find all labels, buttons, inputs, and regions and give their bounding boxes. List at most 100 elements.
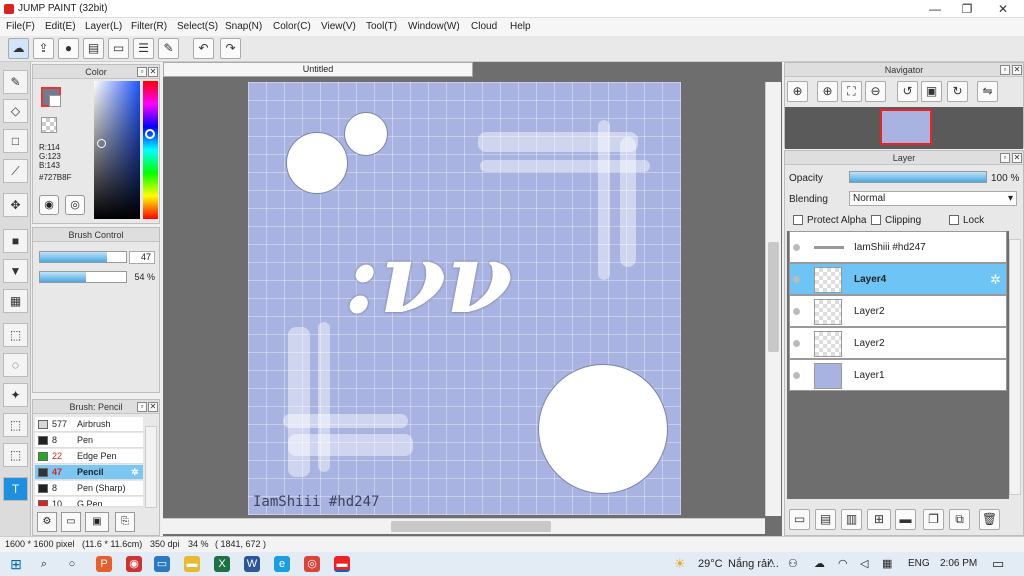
visibility-icon[interactable]	[793, 340, 800, 347]
clipping-checkbox[interactable]	[871, 215, 881, 225]
new-layer-icon[interactable]: ▭	[789, 509, 810, 530]
excel-icon[interactable]: X	[214, 556, 230, 572]
document-tab[interactable]: Untitled	[163, 62, 473, 77]
rectangle-tool-icon[interactable]: □	[3, 129, 28, 153]
float-icon[interactable]: ▫	[137, 402, 147, 412]
folder-icon[interactable]: ▬	[895, 509, 916, 530]
brush-menu-icon[interactable]: ▣	[85, 512, 109, 532]
brush-item-pencil[interactable]: 47 Pencil ✲	[35, 465, 143, 480]
close-icon[interactable]: ✕	[148, 402, 158, 412]
menu-tool[interactable]: Tool(T)	[366, 21, 397, 32]
brush-item-g-pen[interactable]: 10 G Pen	[35, 497, 143, 507]
menu-help[interactable]: Help	[510, 21, 531, 32]
temperature[interactable]: 29°C	[698, 558, 723, 570]
palette-icon[interactable]: ◉	[39, 195, 59, 215]
menu-color[interactable]: Color(C)	[273, 21, 311, 32]
layer-row[interactable]: Layer2	[789, 327, 1007, 359]
rotate-right-icon[interactable]: ↻	[947, 81, 968, 102]
volume-icon[interactable]: ◁	[860, 557, 868, 570]
cloud-icon[interactable]: ☁	[8, 38, 29, 59]
bucket-tool-icon[interactable]: ▼	[3, 259, 28, 283]
visibility-icon[interactable]	[793, 276, 800, 283]
merge-layer-icon[interactable]: ⧉	[949, 509, 970, 530]
visibility-icon[interactable]	[793, 244, 800, 251]
restore-button[interactable]: ❐	[952, 1, 982, 17]
brush-settings-icon[interactable]: ⚙	[37, 512, 57, 532]
canvas-vertical-scrollbar[interactable]	[765, 82, 781, 516]
move-tool-icon[interactable]: ✥	[3, 193, 28, 217]
zoom-fit-icon[interactable]: ⊕	[787, 81, 808, 102]
close-button[interactable]: ✕	[988, 1, 1018, 17]
saturation-value-picker[interactable]	[94, 81, 140, 219]
layer-row-selected[interactable]: Layer4 ✲	[789, 263, 1007, 295]
color-picker-icon[interactable]: ◎	[65, 195, 85, 215]
text-tool-icon[interactable]: T	[3, 477, 28, 501]
line-tool-icon[interactable]: ⟋	[3, 159, 28, 183]
file-explorer-icon[interactable]: ▬	[184, 556, 200, 572]
menu-file[interactable]: File(F)	[6, 21, 35, 32]
menu-window[interactable]: Window(W)	[408, 21, 460, 32]
gear-icon[interactable]: ✲	[990, 272, 1001, 288]
brush-size-slider[interactable]	[39, 251, 127, 263]
monitor-icon[interactable]: ▭	[154, 556, 170, 572]
float-icon[interactable]: ▫	[1000, 65, 1010, 75]
vertical-scroll-thumb[interactable]	[768, 242, 779, 352]
add-layer-menu-icon[interactable]: ⊞	[867, 509, 891, 530]
edit-icon[interactable]: ✎	[158, 38, 179, 59]
brush-item-airbrush[interactable]: 577 Airbrush	[35, 417, 143, 432]
hue-cursor[interactable]	[145, 129, 155, 139]
edge-icon[interactable]: e	[274, 556, 290, 572]
language-indicator[interactable]: ENG	[908, 558, 930, 569]
redo-icon[interactable]: ↷	[220, 38, 241, 59]
search-icon[interactable]: ⌕	[36, 556, 52, 572]
menu-filter[interactable]: Filter(R)	[131, 21, 167, 32]
artwork-canvas[interactable]: :νν IamShiii #hd247	[248, 82, 681, 515]
document-icon[interactable]: ▭	[108, 38, 129, 59]
wifi-icon[interactable]: ◠	[838, 557, 848, 570]
menu-layer[interactable]: Layer(L)	[85, 21, 122, 32]
comment-icon[interactable]: ●	[58, 38, 79, 59]
undo-icon[interactable]: ↶	[193, 38, 214, 59]
brush-item-edge-pen[interactable]: 22 Edge Pen	[35, 449, 143, 464]
brush-list-scrollbar[interactable]	[145, 426, 157, 508]
chrome-icon[interactable]: ◎	[304, 556, 320, 572]
float-icon[interactable]: ▫	[137, 67, 147, 77]
fill-rect-tool-icon[interactable]: ■	[3, 229, 28, 253]
task-view-icon[interactable]: ○	[64, 556, 80, 572]
protect-alpha-checkbox[interactable]	[793, 215, 803, 225]
duplicate-layer-icon[interactable]: ❐	[923, 509, 944, 530]
magic-wand-tool-icon[interactable]: ✦	[3, 383, 28, 407]
network-icon[interactable]: ⚇	[788, 557, 798, 570]
close-icon[interactable]: ✕	[148, 67, 158, 77]
visibility-icon[interactable]	[793, 372, 800, 379]
select-tool-icon[interactable]: ⬚	[3, 323, 28, 347]
brush-item-pen[interactable]: 8 Pen	[35, 433, 143, 448]
menu-cloud[interactable]: Cloud	[471, 21, 497, 32]
canvas-horizontal-scrollbar[interactable]	[163, 518, 765, 534]
navigator-preview[interactable]	[785, 107, 1023, 149]
layer-row[interactable]: IamShiii #hd247	[789, 231, 1007, 263]
share-icon[interactable]: ⇪	[33, 38, 54, 59]
brush-tool-icon[interactable]: ✎	[3, 70, 28, 94]
brush-size-value[interactable]: 47	[129, 251, 155, 264]
keyboard-icon[interactable]: ▦	[882, 557, 892, 570]
actual-size-icon[interactable]: ▣	[921, 81, 942, 102]
blending-select[interactable]: Normal ▾	[849, 191, 1017, 206]
weather-icon[interactable]: ☀	[674, 556, 686, 572]
eraser-tool-icon[interactable]: ◇	[3, 99, 28, 123]
onedrive-icon[interactable]: ☁	[814, 557, 825, 570]
clock[interactable]: 2:06 PM	[940, 558, 977, 569]
delete-layer-icon[interactable]: 🗑	[979, 509, 1000, 530]
windows-start-icon[interactable]: ⊞	[8, 556, 24, 572]
jump-paint-taskbar-icon[interactable]: ▬	[334, 556, 350, 572]
chevron-up-icon[interactable]: ˄	[768, 557, 774, 569]
zoom-out-icon[interactable]: ⊖	[865, 81, 886, 102]
minimize-button[interactable]: —	[920, 1, 950, 17]
layer-opacity-slider[interactable]	[849, 171, 987, 183]
navigator-viewport[interactable]	[880, 109, 932, 145]
notification-icon[interactable]: ▭	[992, 556, 1004, 572]
sub-color-swatch[interactable]	[49, 95, 61, 107]
menu-snap[interactable]: Snap(N)	[225, 21, 262, 32]
powerpoint-icon[interactable]: P	[96, 556, 112, 572]
new-brush-icon[interactable]: ▭	[61, 512, 81, 532]
